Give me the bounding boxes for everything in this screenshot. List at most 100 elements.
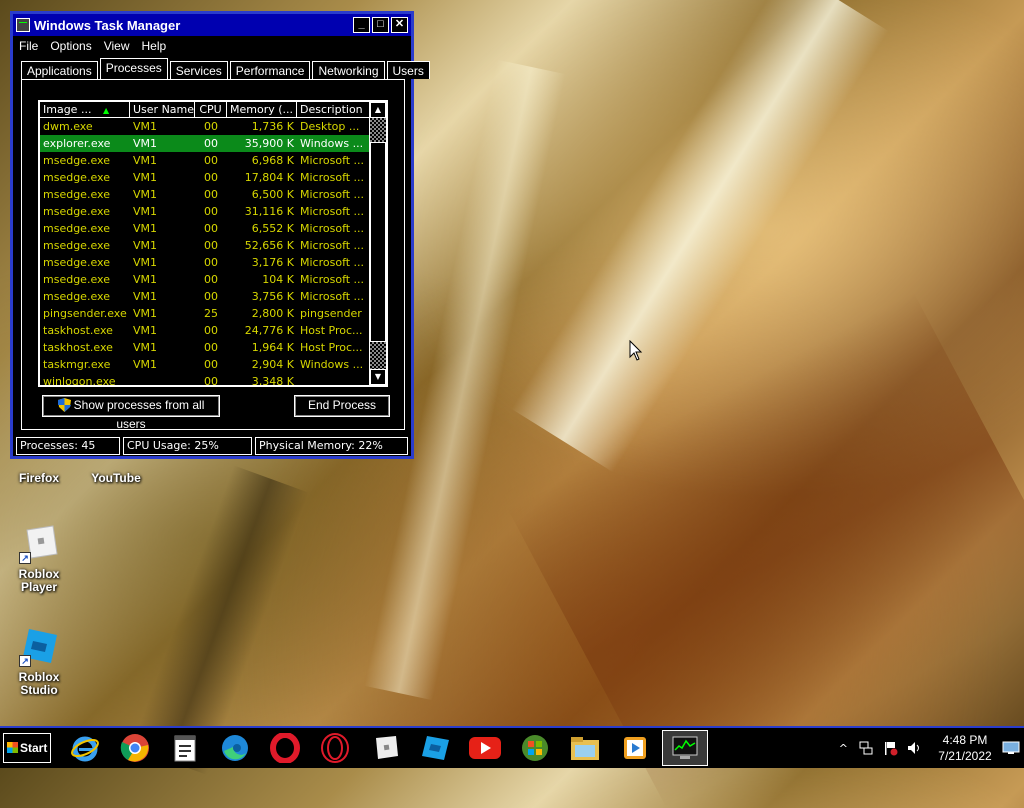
table-row[interactable]: msedge.exe VM1 00 31,116 K Microsoft ... <box>40 203 386 220</box>
process-memory: 6,968 K <box>251 154 294 167</box>
desktop-icon-roblox-player[interactable]: ↗ Roblox Player <box>4 524 74 594</box>
vertical-scrollbar[interactable]: ▲ ▼ <box>369 102 386 385</box>
process-description: Microsoft ... <box>300 273 365 286</box>
taskbar-youtube[interactable] <box>467 732 503 764</box>
process-image-name: msedge.exe <box>43 171 110 184</box>
column-memory[interactable]: Memory (... <box>227 102 297 117</box>
process-cpu: 00 <box>204 375 218 387</box>
taskbar-chrome[interactable] <box>117 732 153 764</box>
tab-processes[interactable]: Processes <box>99 58 168 79</box>
column-description[interactable]: Description <box>297 102 372 117</box>
process-image-name: winlogon.exe <box>43 375 116 387</box>
taskbar-notepad[interactable] <box>167 732 203 764</box>
tab-users[interactable]: Users <box>386 61 430 79</box>
process-image-name: explorer.exe <box>43 137 111 150</box>
taskbar-windows-update[interactable] <box>517 732 553 764</box>
table-row[interactable]: taskhost.exe VM1 00 24,776 K Host Proc... <box>40 322 386 339</box>
process-memory: 3,756 K <box>251 290 294 303</box>
table-row[interactable]: msedge.exe VM1 00 104 K Microsoft ... <box>40 271 386 288</box>
show-hidden-icons-icon[interactable]: ^ <box>839 742 848 755</box>
close-button[interactable]: ✕ <box>391 17 408 33</box>
column-user-name[interactable]: User Name <box>130 102 195 117</box>
process-cpu: 00 <box>204 222 218 235</box>
process-cpu: 00 <box>204 154 218 167</box>
scroll-down-icon[interactable]: ▼ <box>370 369 386 385</box>
process-image-name: taskhost.exe <box>43 324 113 337</box>
process-memory: 2,800 K <box>251 307 294 320</box>
tab-services[interactable]: Services <box>169 61 228 79</box>
table-row[interactable]: msedge.exe VM1 00 6,500 K Microsoft ... <box>40 186 386 203</box>
title-bar[interactable]: Windows Task Manager _ □ ✕ <box>13 14 411 36</box>
table-row[interactable]: msedge.exe VM1 00 3,756 K Microsoft ... <box>40 288 386 305</box>
network-icon[interactable] <box>858 740 874 756</box>
process-description: Microsoft ... <box>300 222 365 235</box>
process-memory: 52,656 K <box>244 239 294 252</box>
column-image-name[interactable]: Image ... ▲ <box>40 102 130 117</box>
table-row[interactable]: dwm.exe VM1 00 1,736 K Desktop ... <box>40 118 386 135</box>
notepad-icon <box>174 735 196 762</box>
desktop-icon-label: Firefox <box>18 471 59 485</box>
table-row[interactable]: msedge.exe VM1 00 6,968 K Microsoft ... <box>40 152 386 169</box>
process-image-name: taskhost.exe <box>43 341 113 354</box>
show-desktop-icon[interactable] <box>1002 741 1020 755</box>
maximize-button[interactable]: □ <box>372 17 389 33</box>
process-cpu: 00 <box>204 239 218 252</box>
table-row[interactable]: msedge.exe VM1 00 3,176 K Microsoft ... <box>40 254 386 271</box>
table-row[interactable]: explorer.exe VM1 00 35,900 K Windows ... <box>40 135 386 152</box>
scroll-up-icon[interactable]: ▲ <box>370 102 386 118</box>
taskbar-roblox-player[interactable] <box>367 732 403 764</box>
opera-gx-icon <box>321 733 349 763</box>
end-process-button[interactable]: End Process <box>293 394 391 418</box>
tab-networking[interactable]: Networking <box>312 61 385 79</box>
action-center-flag-icon[interactable] <box>882 740 898 756</box>
scrollbar-track[interactable] <box>370 118 386 369</box>
table-row[interactable]: msedge.exe VM1 00 6,552 K Microsoft ... <box>40 220 386 237</box>
desktop-icon-roblox-studio[interactable]: ↗ Roblox Studio <box>4 627 74 697</box>
table-row[interactable]: pingsender.exe VM1 25 2,800 K pingsender <box>40 305 386 322</box>
start-button[interactable]: Start <box>3 733 51 763</box>
shortcut-arrow-icon: ↗ <box>19 655 31 667</box>
menu-view[interactable]: View <box>104 39 130 53</box>
process-user-name: VM1 <box>133 290 158 303</box>
taskbar-opera-gx[interactable] <box>317 732 353 764</box>
tab-applications[interactable]: Applications <box>21 61 98 79</box>
column-cpu[interactable]: CPU <box>195 102 227 117</box>
process-image-name: msedge.exe <box>43 239 110 252</box>
process-memory: 2,904 K <box>251 358 294 371</box>
minimize-button[interactable]: _ <box>353 17 370 33</box>
status-physical-memory: Physical Memory: 22% <box>255 437 408 455</box>
clock[interactable]: 4:48 PM 7/21/2022 <box>928 732 1002 764</box>
process-description: Microsoft ... <box>300 239 365 252</box>
taskbar-roblox-studio[interactable] <box>417 732 453 764</box>
taskbar-task-manager[interactable] <box>662 730 708 766</box>
taskbar-media-player[interactable] <box>617 732 653 764</box>
roblox-player-icon <box>376 736 398 759</box>
table-row[interactable]: taskhost.exe VM1 00 1,964 K Host Proc... <box>40 339 386 356</box>
menu-help[interactable]: Help <box>142 39 167 53</box>
shortcut-arrow-icon: ↗ <box>19 552 31 564</box>
process-list[interactable]: Image ... ▲ User Name CPU Memory (... De… <box>38 100 388 387</box>
menu-file[interactable]: File <box>19 39 38 53</box>
process-cpu: 00 <box>204 358 218 371</box>
taskbar-edge[interactable] <box>217 732 253 764</box>
taskbar-internet-explorer[interactable] <box>67 732 103 764</box>
process-memory: 6,552 K <box>251 222 294 235</box>
table-row[interactable]: msedge.exe VM1 00 52,656 K Microsoft ... <box>40 237 386 254</box>
table-row[interactable]: taskmgr.exe VM1 00 2,904 K Windows ... <box>40 356 386 373</box>
scrollbar-thumb[interactable] <box>370 142 386 342</box>
taskbar-opera[interactable] <box>267 732 303 764</box>
tab-performance[interactable]: Performance <box>229 61 311 79</box>
table-row[interactable]: winlogon.exe 00 3,348 K <box>40 373 386 387</box>
process-memory: 35,900 K <box>244 137 294 150</box>
process-image-name: pingsender.exe <box>43 307 127 320</box>
menu-options[interactable]: Options <box>50 39 91 53</box>
volume-icon[interactable] <box>906 740 922 756</box>
task-manager-window[interactable]: Windows Task Manager _ □ ✕ File Options … <box>10 11 430 459</box>
show-all-processes-button[interactable]: Show processes from all users <box>41 394 221 431</box>
processes-panel: Image ... ▲ User Name CPU Memory (... De… <box>21 79 405 431</box>
table-row[interactable]: msedge.exe VM1 00 17,804 K Microsoft ... <box>40 169 386 186</box>
taskbar-file-explorer[interactable] <box>567 732 603 764</box>
process-image-name: msedge.exe <box>43 256 110 269</box>
process-cpu: 00 <box>204 324 218 337</box>
process-memory: 3,176 K <box>251 256 294 269</box>
